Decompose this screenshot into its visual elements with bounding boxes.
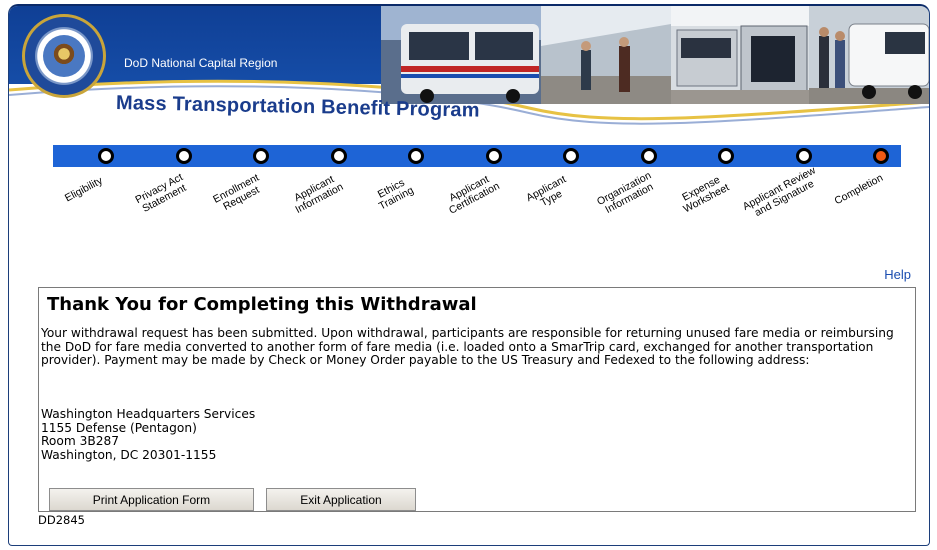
region-label: DoD National Capital Region [124,56,278,70]
step-marker-2 [175,148,192,164]
dod-seal-logo [22,14,106,98]
page-title: Thank You for Completing this Withdrawal [47,294,477,315]
step-label-9: Expense Worksheet [680,173,732,216]
step-marker-7 [563,148,579,164]
address-line: 1155 Defense (Pentagon) [41,420,197,435]
step-marker-4 [330,148,347,164]
step-label-1: Eligibility [62,174,105,205]
address-line: Washington, DC 20301-1155 [41,447,217,462]
transit-photo-strip [381,6,929,104]
step-label-4: Applicant Information [291,173,345,217]
step-label-3: Enrollment Request [211,171,262,213]
completion-panel: Thank You for Completing this Withdrawal… [38,287,916,512]
step-marker-1 [98,148,114,164]
metro-bus-photo [381,6,541,104]
step-label-7: Applicant Type [524,173,569,210]
eagle-emblem-icon [43,35,85,77]
address-line: Washington Headquarters Services [41,407,256,421]
step-label-10: Applicant Review and Signature [740,164,818,220]
step-label-5: Ethics Training [375,176,416,213]
step-marker-5 [408,148,424,164]
mailing-address: Washington Headquarters Services 1155 De… [41,407,256,462]
address-line: Room 3B287 [41,434,119,448]
step-label-11: Completion [832,171,886,208]
step-marker-6 [485,148,502,164]
step-marker-11 [873,148,889,164]
step-marker-9 [718,148,734,164]
withdrawal-message: Your withdrawal request has been submitt… [41,326,894,367]
bus-stop-photo [541,6,671,104]
help-link[interactable]: Help [884,267,911,282]
shuttle-van-photo [809,6,929,104]
step-label-6: Applicant Certification [446,173,502,217]
page-frame: DoD National Capital Region Mass Transpo… [8,4,930,546]
step-marker-8 [640,148,657,164]
step-marker-3 [253,148,269,164]
step-label-8: Organization Information [594,169,655,217]
header-banner: DoD National Capital Region Mass Transpo… [9,6,929,134]
metro-train-photo [671,6,809,104]
exit-application-button[interactable]: Exit Application [266,488,416,511]
print-application-button[interactable]: Print Application Form [49,488,254,511]
form-code: DD2845 [38,513,85,527]
step-marker-10 [795,148,812,164]
step-label-2: Privacy Act Statement [132,171,188,215]
